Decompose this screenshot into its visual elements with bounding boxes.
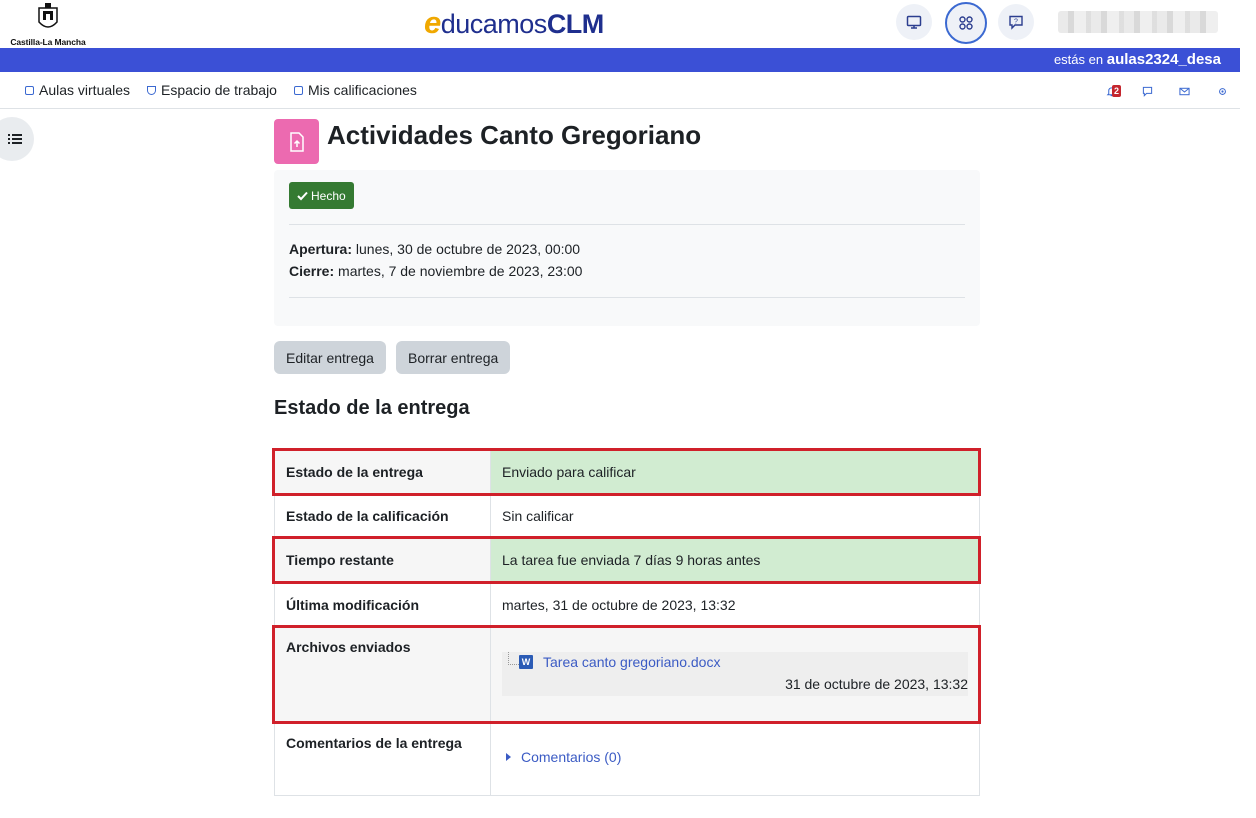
nav-aulas-virtuales[interactable]: Aulas virtuales bbox=[25, 82, 130, 98]
submission-status-value: Enviado para calificar bbox=[491, 450, 979, 493]
grading-status-value: Sin calificar bbox=[502, 507, 574, 524]
last-modified-value: martes, 31 de octubre de 2023, 13:32 bbox=[502, 596, 736, 613]
monitor-button[interactable] bbox=[896, 4, 932, 40]
workspace-icon bbox=[147, 85, 156, 95]
table-row: Estado de la calificación Sin calificar bbox=[275, 494, 979, 538]
edit-submission-button[interactable]: Editar entrega bbox=[274, 341, 386, 374]
jccm-logo[interactable]: Castilla-La Mancha bbox=[8, 2, 88, 47]
caret-right-icon bbox=[506, 753, 511, 761]
mail-icon bbox=[1178, 87, 1190, 95]
submission-status-table: Estado de la entrega Enviado para califi… bbox=[274, 449, 980, 796]
help-button[interactable]: ? bbox=[998, 4, 1034, 40]
page-scrollbar[interactable] bbox=[1240, 48, 1256, 818]
completion-status-badge: Hecho bbox=[289, 182, 354, 209]
top-header: Castilla-La Mancha educamosCLM ? bbox=[0, 0, 1256, 48]
divider bbox=[289, 297, 965, 298]
help-chat-icon: ? bbox=[1009, 15, 1023, 30]
row-label: Estado de la entrega bbox=[275, 450, 491, 493]
table-row: Estado de la entrega Enviado para califi… bbox=[275, 450, 979, 494]
list-icon bbox=[8, 134, 22, 144]
monitor-icon bbox=[906, 15, 922, 29]
primary-navigation: Aulas virtuales Espacio de trabajo Mis c… bbox=[0, 72, 1240, 109]
course-index-toggle[interactable] bbox=[0, 117, 34, 161]
apps-grid-icon bbox=[959, 16, 973, 30]
assignment-activity-icon bbox=[274, 119, 319, 164]
closing-date: Cierre: martes, 7 de noviembre de 2023, … bbox=[289, 263, 583, 279]
comments-toggle[interactable]: Comentarios (0) bbox=[506, 749, 621, 765]
region-name: Castilla-La Mancha bbox=[10, 37, 86, 47]
row-label: Archivos enviados bbox=[275, 627, 491, 722]
settings-button[interactable] bbox=[1211, 80, 1233, 102]
submitted-file-date: 31 de octubre de 2023, 13:32 bbox=[785, 676, 968, 692]
table-row: Última modificación martes, 31 de octubr… bbox=[275, 583, 979, 627]
nav-espacio-de-trabajo[interactable]: Espacio de trabajo bbox=[147, 82, 277, 98]
table-row: Tiempo restante La tarea fue enviada 7 d… bbox=[275, 538, 979, 583]
educamosclm-logo[interactable]: educamosCLM bbox=[424, 5, 604, 40]
row-label: Estado de la calificación bbox=[275, 494, 491, 537]
opening-date: Apertura: lunes, 30 de octubre de 2023, … bbox=[289, 241, 581, 257]
location-bar: estás en aulas2324_desa bbox=[0, 48, 1240, 72]
submitted-file-item: W Tarea canto gregoriano.docx 31 de octu… bbox=[502, 652, 968, 696]
table-row: Comentarios de la entrega bbox=[275, 723, 979, 795]
tree-connector bbox=[508, 652, 519, 665]
check-icon bbox=[297, 191, 308, 200]
user-menu[interactable] bbox=[1058, 11, 1218, 33]
file-upload-icon bbox=[289, 131, 304, 152]
aulas-icon bbox=[25, 85, 34, 95]
grades-icon bbox=[294, 85, 303, 95]
svg-text:?: ? bbox=[1014, 19, 1018, 26]
page-title: Actividades Canto Gregoriano bbox=[327, 120, 702, 150]
settings-icon bbox=[1218, 87, 1226, 95]
word-document-icon: W bbox=[519, 655, 533, 669]
messages-button[interactable] bbox=[1136, 80, 1158, 102]
nav-mis-calificaciones[interactable]: Mis calificaciones bbox=[294, 82, 417, 98]
delete-submission-button[interactable]: Borrar entrega bbox=[396, 341, 511, 374]
submitted-file-link[interactable]: Tarea canto gregoriano.docx bbox=[543, 654, 720, 670]
notifications-button[interactable]: 2 bbox=[1100, 80, 1122, 102]
notification-count: 2 bbox=[1112, 85, 1122, 97]
row-label: Comentarios de la entrega bbox=[275, 723, 491, 795]
crest-icon bbox=[38, 3, 58, 28]
row-label: Tiempo restante bbox=[275, 538, 491, 582]
row-label: Última modificación bbox=[275, 583, 491, 626]
mail-button[interactable] bbox=[1173, 80, 1195, 102]
messages-icon bbox=[1142, 86, 1152, 97]
activity-dates-box: Hecho Apertura: lunes, 30 de octubre de … bbox=[274, 170, 980, 326]
divider bbox=[289, 224, 965, 225]
time-remaining-value: La tarea fue enviada 7 días 9 horas ante… bbox=[491, 538, 979, 582]
apps-button[interactable] bbox=[945, 2, 987, 44]
submission-status-heading: Estado de la entrega bbox=[274, 397, 470, 419]
site-indicator: estás en aulas2324_desa bbox=[1053, 51, 1221, 68]
